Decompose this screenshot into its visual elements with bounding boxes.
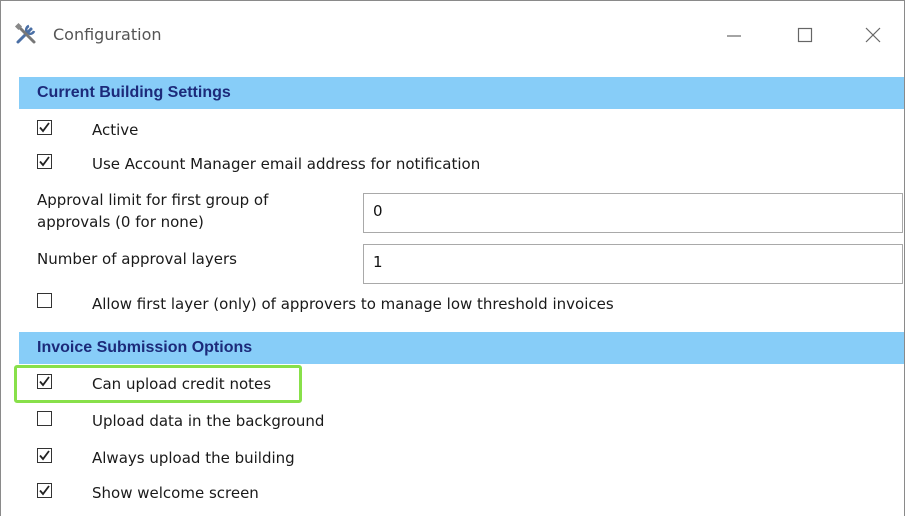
checkmark-icon [39, 156, 50, 167]
welcome-screen-checkbox[interactable] [37, 483, 52, 498]
always-upload-building-label: Always upload the building [92, 449, 295, 467]
minimize-button[interactable] [717, 19, 751, 51]
checkbox-row-allow-first-layer: Allow first layer (only) of approvers to… [1, 293, 901, 317]
checkmark-icon [39, 485, 50, 496]
title-bar[interactable]: Configuration [1, 1, 904, 71]
checkbox-row-always-upload: Always upload the building [1, 448, 901, 472]
checkmark-icon [39, 122, 50, 133]
section-header-invoice: Invoice Submission Options [19, 332, 904, 364]
approval-limit-label-line1: Approval limit for first group of [37, 191, 269, 209]
checkbox-row-credit-notes: Can upload credit notes [1, 374, 901, 398]
approval-layers-input[interactable]: 1 [363, 244, 903, 284]
background-upload-checkbox[interactable] [37, 411, 52, 426]
section-header-building: Current Building Settings [19, 77, 904, 109]
checkbox-row-welcome-screen: Show welcome screen [1, 483, 901, 507]
maximize-icon [797, 27, 813, 43]
credit-notes-checkbox[interactable] [37, 374, 52, 389]
approval-limit-label-line2: approvals (0 for none) [37, 213, 204, 231]
checkbox-row-background-upload: Upload data in the background [1, 411, 901, 435]
welcome-screen-label: Show welcome screen [92, 484, 259, 502]
maximize-button[interactable] [788, 19, 822, 51]
checkmark-icon [39, 376, 50, 387]
credit-notes-label: Can upload credit notes [92, 375, 272, 393]
checkbox-row-am-email: Use Account Manager email address for no… [1, 154, 901, 178]
background-upload-label: Upload data in the background [92, 412, 325, 430]
approval-layers-label: Number of approval layers [37, 250, 237, 268]
tools-icon [13, 22, 41, 46]
window-title: Configuration [53, 25, 162, 44]
active-label: Active [92, 121, 139, 139]
close-button[interactable] [856, 19, 890, 51]
use-am-email-checkbox[interactable] [37, 154, 52, 169]
allow-first-layer-checkbox[interactable] [37, 293, 52, 308]
approval-limit-input[interactable]: 0 [363, 193, 903, 233]
minimize-icon [727, 35, 741, 37]
configuration-window: Configuration Current Building Settings … [0, 0, 905, 516]
checkbox-row-active: Active [1, 120, 901, 144]
allow-first-layer-label: Allow first layer (only) of approvers to… [92, 295, 614, 313]
use-am-email-label: Use Account Manager email address for no… [92, 155, 481, 173]
checkmark-icon [39, 450, 50, 461]
active-checkbox[interactable] [37, 120, 52, 135]
approval-limit-label: Approval limit for first group of approv… [37, 189, 347, 233]
close-icon [865, 27, 881, 43]
always-upload-building-checkbox[interactable] [37, 448, 52, 463]
